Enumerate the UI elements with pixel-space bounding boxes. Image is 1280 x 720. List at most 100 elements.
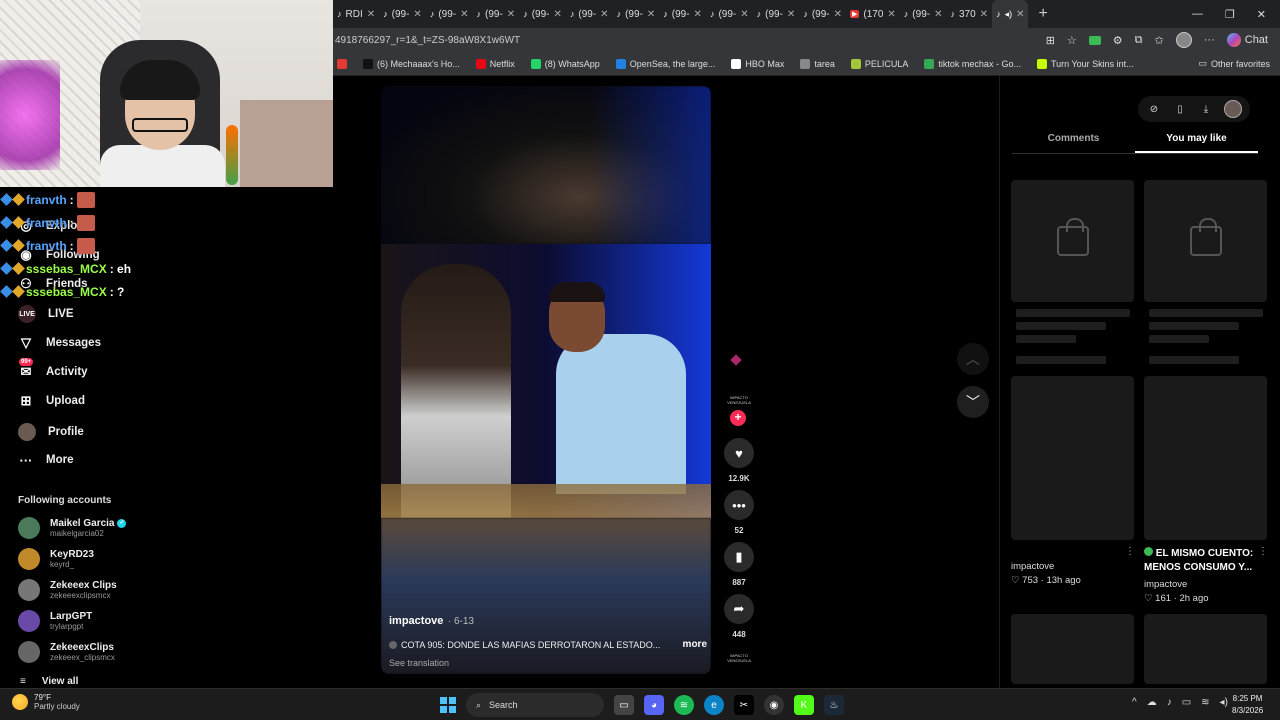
browser-tab[interactable]: ♪ (99- ✕	[379, 0, 426, 28]
split-screen-icon[interactable]: ⧉	[1135, 34, 1143, 47]
edge-icon[interactable]: e	[704, 695, 724, 715]
extension-icon[interactable]	[1088, 35, 1101, 45]
follow-plus-button[interactable]: +	[730, 410, 746, 426]
video-thumbnail[interactable]	[1144, 614, 1267, 684]
display-icon[interactable]: ▭	[1182, 697, 1191, 708]
close-icon[interactable]: ✕	[694, 9, 702, 20]
close-icon[interactable]: ✕	[507, 9, 515, 20]
steam-icon[interactable]: ♨	[824, 695, 844, 715]
kebab-menu-icon[interactable]: ⋮	[1125, 546, 1135, 557]
product-card[interactable]	[1011, 180, 1134, 302]
kick-icon[interactable]: K	[794, 695, 814, 715]
bookmark-item[interactable]: Netflix	[475, 58, 515, 69]
sidebar-item-upload[interactable]: ⊞ Upload	[18, 393, 85, 409]
favorites-icon[interactable]: ✩	[1155, 34, 1164, 47]
previous-video-button[interactable]: ︿	[957, 343, 989, 375]
creator-avatar[interactable]: IMPACTO VENEZUELA	[726, 395, 752, 411]
taskbar-clock[interactable]: 8:25 PM 8/3/2026	[1232, 693, 1263, 717]
sidebar-item-live[interactable]: LIVE LIVE	[18, 305, 74, 323]
browser-tab[interactable]: ♪ (99- ✕	[473, 0, 520, 28]
bookmark-item[interactable]: HBO Max	[731, 58, 784, 69]
kebab-menu-icon[interactable]: ⋮	[1258, 546, 1268, 557]
close-icon[interactable]: ✕	[980, 9, 988, 20]
bookmark-item[interactable]: (8) WhatsApp	[530, 58, 600, 69]
favorite-star-icon[interactable]: ☆	[1067, 34, 1077, 47]
video-thumbnail[interactable]	[1144, 376, 1267, 540]
user-avatar[interactable]	[1224, 100, 1242, 118]
bookmark-item[interactable]: tarea	[800, 58, 835, 69]
suggested-video-title[interactable]: EL MISMO CUENTO: MENOS CONSUMO Y...	[1144, 547, 1264, 575]
weather-widget[interactable]: 79°F Partly cloudy	[12, 693, 80, 711]
tab-comments[interactable]: Comments	[1012, 128, 1135, 153]
sidebar-item-messages[interactable]: ▽ Messages	[18, 335, 101, 351]
bookmark-item[interactable]: OpenSea, the large...	[615, 58, 715, 69]
browser-tab[interactable]: ♪ (99- ✕	[799, 0, 846, 28]
browser-tab[interactable]: ♪ 370 ✕	[946, 0, 992, 28]
bookmark-item[interactable]: (6) Mechaaax's Ho...	[363, 58, 460, 69]
close-icon[interactable]: ✕	[1257, 8, 1266, 21]
close-icon[interactable]: ✕	[887, 9, 895, 20]
other-favorites[interactable]: ▭ Other favorites	[1198, 58, 1280, 69]
youtube-icon[interactable]	[337, 58, 347, 69]
phone-icon[interactable]: ▯	[1172, 101, 1188, 117]
video-thumbnail[interactable]	[1011, 376, 1134, 540]
bookmark-item[interactable]: Turn Your Skins int...	[1036, 58, 1134, 69]
following-account[interactable]: KeyRD23 keyrd_	[18, 548, 94, 570]
following-account[interactable]: Maikel Garcia ✓ maikelgarcia02	[18, 517, 127, 539]
new-tab-button[interactable]: +	[1028, 5, 1057, 23]
wifi-icon[interactable]: ≋	[1201, 697, 1209, 708]
close-icon[interactable]: ✕	[1016, 9, 1024, 20]
close-icon[interactable]: ✕	[413, 9, 421, 20]
following-account[interactable]: Zekeeex Clips zekeeexclipsmcx	[18, 579, 117, 601]
browser-tab[interactable]: ♪ (99- ✕	[706, 0, 753, 28]
like-button[interactable]: ♥	[724, 438, 754, 468]
taskbar-search[interactable]: ⌕ Search	[466, 693, 604, 717]
browser-tab[interactable]: ♪ (99- ✕	[519, 0, 566, 28]
next-video-button[interactable]: ﹀	[957, 386, 989, 418]
save-button[interactable]: ▮	[724, 542, 754, 572]
close-icon[interactable]: ✕	[600, 9, 608, 20]
close-icon[interactable]: ✕	[367, 9, 375, 20]
minimize-icon[interactable]: —	[1192, 8, 1203, 21]
browser-tab[interactable]: ♪ (99- ✕	[659, 0, 706, 28]
more-button[interactable]: more	[683, 639, 707, 650]
browser-profile-avatar[interactable]	[1175, 32, 1192, 48]
close-icon[interactable]: ✕	[460, 9, 468, 20]
view-all-button[interactable]: ≡ View all	[20, 676, 78, 687]
following-account[interactable]: ZekeeexClips zekeeex_clipsmcx	[18, 641, 115, 663]
discord-icon[interactable]: ◕	[644, 695, 664, 715]
browser-tab[interactable]: ♪ (99- ✕	[566, 0, 613, 28]
capcut-icon[interactable]: ✂	[734, 695, 754, 715]
music-avatar[interactable]: IMPACTO VENEZUELA	[726, 653, 752, 665]
active-browser-tab[interactable]: ♪ ◂) ✕	[992, 0, 1029, 28]
browser-tab[interactable]: ♪ RDI ✕	[333, 0, 379, 28]
bookmark-item[interactable]: PELICULA	[850, 58, 908, 69]
app-available-icon[interactable]: ⊞	[1046, 34, 1055, 47]
obs-icon[interactable]: ◉	[764, 695, 784, 715]
video-player[interactable]: impactove · 6-13 COTA 905: DONDE LAS MAF…	[381, 86, 711, 674]
see-translation-link[interactable]: See translation	[389, 658, 707, 668]
video-author[interactable]: impactove	[389, 615, 443, 627]
spotify-icon[interactable]: ≋	[674, 695, 694, 715]
product-card[interactable]	[1144, 180, 1267, 302]
close-icon[interactable]: ✕	[647, 9, 655, 20]
browser-tab[interactable]: ♪ (99- ✕	[753, 0, 800, 28]
comment-button[interactable]: •••	[724, 490, 754, 520]
browser-tab[interactable]: ♪ (99- ✕	[900, 0, 947, 28]
copilot-chat-button[interactable]: Chat	[1226, 33, 1268, 47]
close-icon[interactable]: ✕	[934, 9, 942, 20]
microphone-icon[interactable]: ♪	[1167, 697, 1172, 708]
suggested-video-author[interactable]: impactove	[1144, 579, 1187, 590]
cloud-icon[interactable]: ☁	[1147, 697, 1157, 708]
close-icon[interactable]: ✕	[834, 9, 842, 20]
sidebar-item-profile[interactable]: Profile	[18, 423, 84, 441]
video-thumbnail[interactable]	[1011, 614, 1134, 684]
browser-tab[interactable]: ▶ (170 ✕	[846, 0, 900, 28]
close-icon[interactable]: ✕	[787, 9, 795, 20]
settings-icon[interactable]: ⚙	[1113, 34, 1123, 47]
url-field[interactable]: 4918766297_r=1&_t=ZS-98aW8X1w6WT	[333, 35, 1046, 46]
sidebar-item-more[interactable]: ··· More	[18, 452, 74, 468]
download-icon[interactable]: ⤓	[1198, 101, 1214, 117]
browser-tab[interactable]: ♪ (99- ✕	[613, 0, 660, 28]
menu-dots-icon[interactable]: ···	[1204, 34, 1215, 46]
